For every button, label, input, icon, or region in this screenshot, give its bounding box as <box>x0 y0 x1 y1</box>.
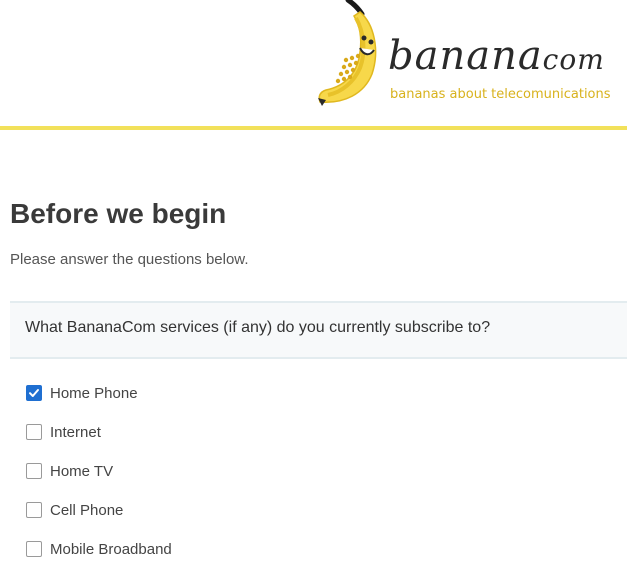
option-home-phone[interactable]: Home Phone <box>26 382 138 404</box>
option-label: Home Phone <box>50 384 138 402</box>
checkbox-cell-phone[interactable] <box>26 502 42 518</box>
banana-logo-icon <box>318 0 377 106</box>
checkbox-internet[interactable] <box>26 424 42 440</box>
brand-tagline: bananas about telecomunications <box>390 87 611 102</box>
option-home-tv[interactable]: Home TV <box>26 460 113 482</box>
option-mobile-broadband[interactable]: Mobile Broadband <box>26 538 172 560</box>
option-cell-phone[interactable]: Cell Phone <box>26 499 123 521</box>
page-title: Before we begin <box>10 198 227 229</box>
option-internet[interactable]: Internet <box>26 421 101 443</box>
checkbox-home-phone[interactable] <box>26 385 42 401</box>
option-label: Internet <box>50 423 101 441</box>
option-label: Mobile Broadband <box>50 540 172 558</box>
check-icon <box>29 389 39 397</box>
checkbox-mobile-broadband[interactable] <box>26 541 42 557</box>
question-panel: What BananaCom services (if any) do you … <box>10 301 627 359</box>
page-subtitle: Please answer the questions below. <box>10 251 249 268</box>
brand-small: com <box>542 43 605 76</box>
question-text: What BananaCom services (if any) do you … <box>25 319 491 336</box>
header-divider <box>0 126 627 130</box>
brand-wordmark: bananacom <box>388 36 605 76</box>
brand-main: banana <box>388 33 543 79</box>
option-label: Cell Phone <box>50 501 124 519</box>
option-label: Home TV <box>50 462 114 480</box>
header: bananacom bananas about telecomunication… <box>0 0 627 126</box>
checkbox-home-tv[interactable] <box>26 463 42 479</box>
